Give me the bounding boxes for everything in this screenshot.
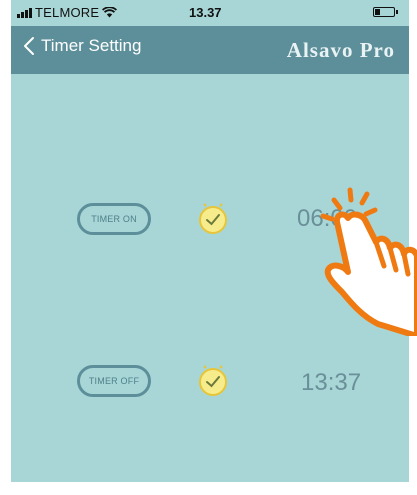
carrier-name: TELMORE: [35, 5, 100, 20]
timer-on-button[interactable]: TIMER ON: [77, 203, 151, 235]
wifi-icon: [102, 7, 118, 18]
clock-check-icon: [199, 203, 227, 234]
signal-icon: [17, 7, 32, 18]
nav-bar: Timer Setting Alsavo Pro: [11, 26, 409, 74]
battery-icon: [373, 7, 398, 17]
back-button[interactable]: Timer Setting: [23, 36, 141, 56]
chevron-left-icon: [24, 37, 34, 55]
clock-check-icon: [199, 365, 227, 396]
timer-off-button[interactable]: TIMER OFF: [77, 365, 151, 397]
back-label: Timer Setting: [41, 36, 142, 55]
brand-logo: Alsavo Pro: [286, 38, 395, 62]
status-left: TELMORE: [17, 5, 118, 20]
status-bar: TELMORE 13.37: [11, 0, 409, 26]
timer-off-time[interactable]: 13:37: [301, 369, 361, 397]
status-time: 13.37: [189, 5, 222, 20]
tap-hand-icon: [320, 187, 417, 336]
